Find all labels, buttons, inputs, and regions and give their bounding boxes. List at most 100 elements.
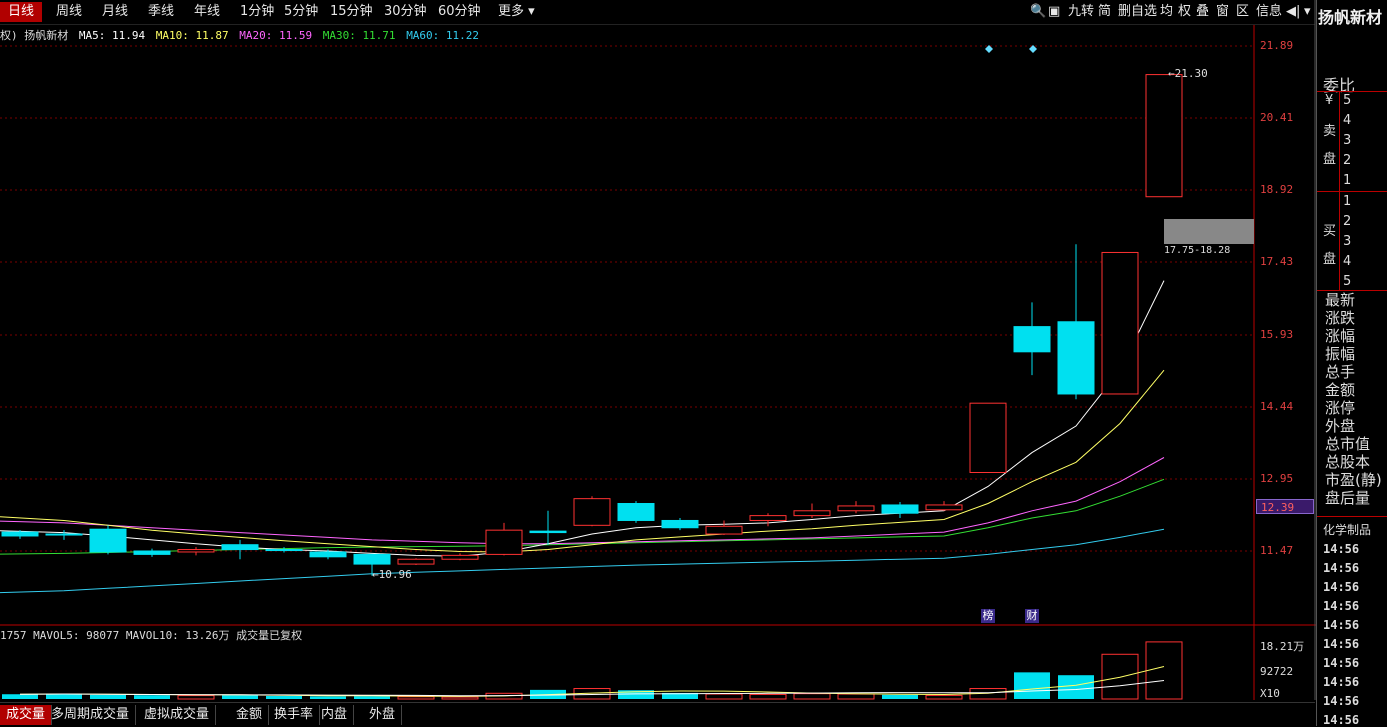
candle-body-up <box>793 510 831 517</box>
low-price-label: ←10.96 <box>372 568 412 581</box>
tick-time: 14:56 <box>1323 713 1360 727</box>
tick-time: 14:56 <box>1323 694 1360 708</box>
quote-field-8: 总市值 <box>1325 435 1371 453</box>
candle-body-up <box>969 402 1007 473</box>
volume-bar-down <box>134 695 170 699</box>
finance-badge[interactable]: 财 <box>1025 609 1039 623</box>
quote-field-10: 市盈(静) <box>1325 471 1382 489</box>
sell-level-5: 5 <box>1343 93 1352 108</box>
volume-bar-down <box>354 696 390 699</box>
candle-body-up <box>705 525 743 535</box>
price-axis-label: 21.89 <box>1260 39 1294 52</box>
tick-time: 14:56 <box>1323 599 1360 613</box>
volume-bar-down <box>882 694 918 699</box>
quote-field-1: 涨跌 <box>1325 309 1356 327</box>
sell-label-2: 盘 <box>1323 152 1337 167</box>
volume-bar-down <box>222 695 258 699</box>
volume-bar-up <box>837 693 875 700</box>
order-range-bar <box>1164 219 1254 244</box>
candle-body-up <box>177 549 215 553</box>
volume-axis-label: 92722 <box>1260 665 1294 678</box>
tick-time: 14:56 <box>1323 580 1360 594</box>
sell-label-1: 卖 <box>1323 124 1337 139</box>
buy-level-3: 3 <box>1343 234 1352 249</box>
volume-bar-up <box>793 693 831 700</box>
indicator-tab-3[interactable]: 金额 <box>230 705 270 725</box>
volume-bar-up <box>705 693 743 700</box>
quote-field-2: 涨幅 <box>1325 327 1356 345</box>
sell-level-2: 2 <box>1343 153 1352 168</box>
volume-bar-down <box>1058 675 1094 699</box>
quote-field-5: 金额 <box>1325 381 1356 399</box>
quote-field-11: 盘后量 <box>1325 489 1371 507</box>
volume-bar-up <box>1101 653 1139 700</box>
sector-label: 化学制品 <box>1323 523 1372 537</box>
sell-level-1: 1 <box>1343 173 1352 188</box>
candle-body-down <box>45 533 83 536</box>
quote-field-4: 总手 <box>1325 363 1356 381</box>
volume-bar-down <box>1014 672 1050 699</box>
indicator-tabs: 成交量 多周期成交量 虚拟成交量 金额 换手率 内盘 外盘 <box>0 702 1315 727</box>
candle-body-up <box>1101 251 1139 395</box>
quote-field-3: 振幅 <box>1325 345 1356 363</box>
candle-body-down <box>265 549 303 552</box>
tick-time: 14:56 <box>1323 675 1360 689</box>
volume-legend: 1757 MAVOL5: 98077 MAVOL10: 13.26万 成交量已复… <box>0 629 303 642</box>
candle-body-down <box>661 519 699 529</box>
price-axis-label: 11.47 <box>1260 544 1294 557</box>
candle-body-down <box>353 553 391 565</box>
candle-body-down <box>221 544 259 551</box>
volume-bar-up <box>1145 641 1183 700</box>
high-price-label: ←21.30 <box>1168 67 1208 80</box>
quote-field-9: 总股本 <box>1325 453 1371 471</box>
sell-level-4: 4 <box>1343 113 1352 128</box>
tick-time: 14:56 <box>1323 561 1360 575</box>
ma60-line <box>0 528 1165 594</box>
candle-body-up <box>749 515 787 521</box>
indicator-tab-6[interactable]: 外盘 <box>363 705 403 725</box>
candle-body-down <box>617 503 655 521</box>
candle-body-down <box>529 530 567 534</box>
rank-badge[interactable]: 榜 <box>981 609 995 623</box>
candle-body-up <box>837 505 875 512</box>
indicator-tab-5[interactable]: 内盘 <box>315 705 355 725</box>
volume-bar-down <box>90 694 126 699</box>
candle-body-down <box>1057 321 1095 395</box>
volume-bar-up <box>925 694 963 700</box>
candle-body-up <box>1145 74 1183 198</box>
range-label: 17.75-18.28 <box>1164 245 1231 256</box>
volume-bar-down <box>310 696 346 699</box>
indicator-tab-1[interactable]: 多周期成交量 <box>45 705 137 725</box>
volume-bar-down <box>266 695 302 699</box>
candle-body-up <box>441 554 479 560</box>
tick-time: 14:56 <box>1323 542 1360 556</box>
buy-level-4: 4 <box>1343 254 1352 269</box>
candle-body-down <box>1 531 39 537</box>
yen-icon: ¥ <box>1325 93 1334 108</box>
volume-bar-up <box>441 696 479 700</box>
volume-bar-up <box>177 695 215 700</box>
buy-label-2: 盘 <box>1323 252 1337 267</box>
kline-chart[interactable] <box>0 0 1316 700</box>
price-axis-label: 12.95 <box>1260 472 1294 485</box>
tick-time: 14:56 <box>1323 637 1360 651</box>
quote-field-0: 最新 <box>1325 291 1356 309</box>
candle-body-up <box>925 504 963 511</box>
price-axis-label: 15.93 <box>1260 328 1294 341</box>
candle-body-up <box>485 529 523 555</box>
current-price-tag: 12.39 <box>1256 499 1314 514</box>
volume-bar-up <box>397 696 435 700</box>
quote-field-7: 外盘 <box>1325 417 1356 435</box>
volume-bar-down <box>2 694 38 699</box>
candle-body-up <box>573 498 611 526</box>
buy-label-1: 买 <box>1323 224 1337 239</box>
indicator-tab-2[interactable]: 虚拟成交量 <box>138 705 217 725</box>
quote-field-6: 涨停 <box>1325 399 1356 417</box>
sell-level-3: 3 <box>1343 133 1352 148</box>
volume-bar-up <box>749 693 787 700</box>
price-axis-label: 20.41 <box>1260 111 1294 124</box>
indicator-tab-4[interactable]: 换手率 <box>268 705 321 725</box>
price-axis-label: 17.43 <box>1260 255 1294 268</box>
tick-time: 14:56 <box>1323 656 1360 670</box>
quote-panel: 委比 ¥ 卖 盘 54321 买 盘 12345 最新 涨跌 涨幅 振幅 总手 金额 涨停外… <box>1316 0 1387 727</box>
